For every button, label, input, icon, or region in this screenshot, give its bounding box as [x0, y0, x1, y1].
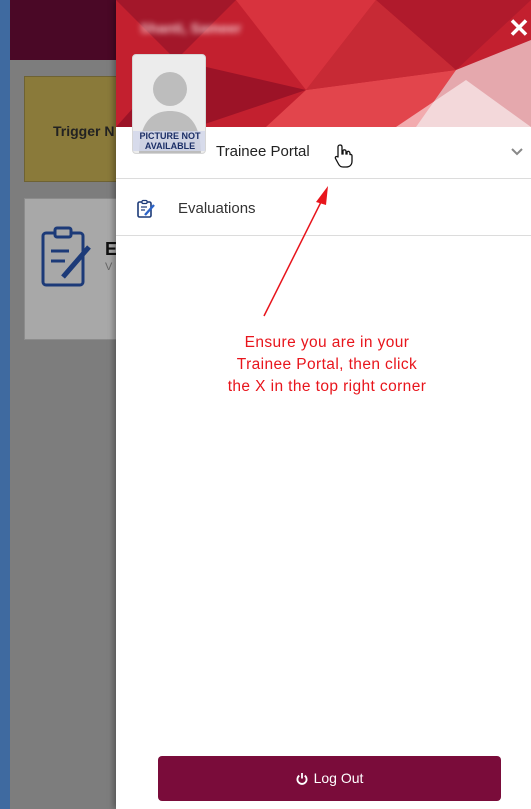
logout-label: Log Out: [313, 770, 364, 786]
instruction-annotation: Ensure you are in your Trainee Portal, t…: [182, 332, 472, 398]
menu-item-label: Evaluations: [178, 200, 256, 217]
side-drawer: Shanti, Sameer ✕ PICTURE NOT AVAILABLE T…: [116, 0, 531, 809]
power-icon: [296, 773, 308, 785]
evaluations-card-subtitle: V: [105, 261, 113, 273]
annotation-line: the X in the top right corner: [227, 378, 427, 395]
logout-button[interactable]: Log Out: [158, 756, 501, 801]
chevron-down-icon[interactable]: [510, 147, 524, 157]
portal-selector[interactable]: Trainee Portal: [116, 127, 531, 179]
clipboard-edit-icon: [137, 199, 155, 218]
hand-pointer-icon: [334, 144, 353, 168]
menu-item-evaluations[interactable]: Evaluations: [116, 180, 531, 236]
annotation-line: Trainee Portal, then click: [236, 356, 418, 373]
user-name: Shanti, Sameer: [140, 20, 242, 36]
annotation-line: Ensure you are in your: [244, 334, 410, 351]
clipboard-icon: [41, 226, 91, 287]
portal-label: Trainee Portal: [216, 143, 310, 160]
close-icon[interactable]: ✕: [508, 14, 530, 42]
trigger-card-label: Trigger N: [53, 123, 115, 139]
